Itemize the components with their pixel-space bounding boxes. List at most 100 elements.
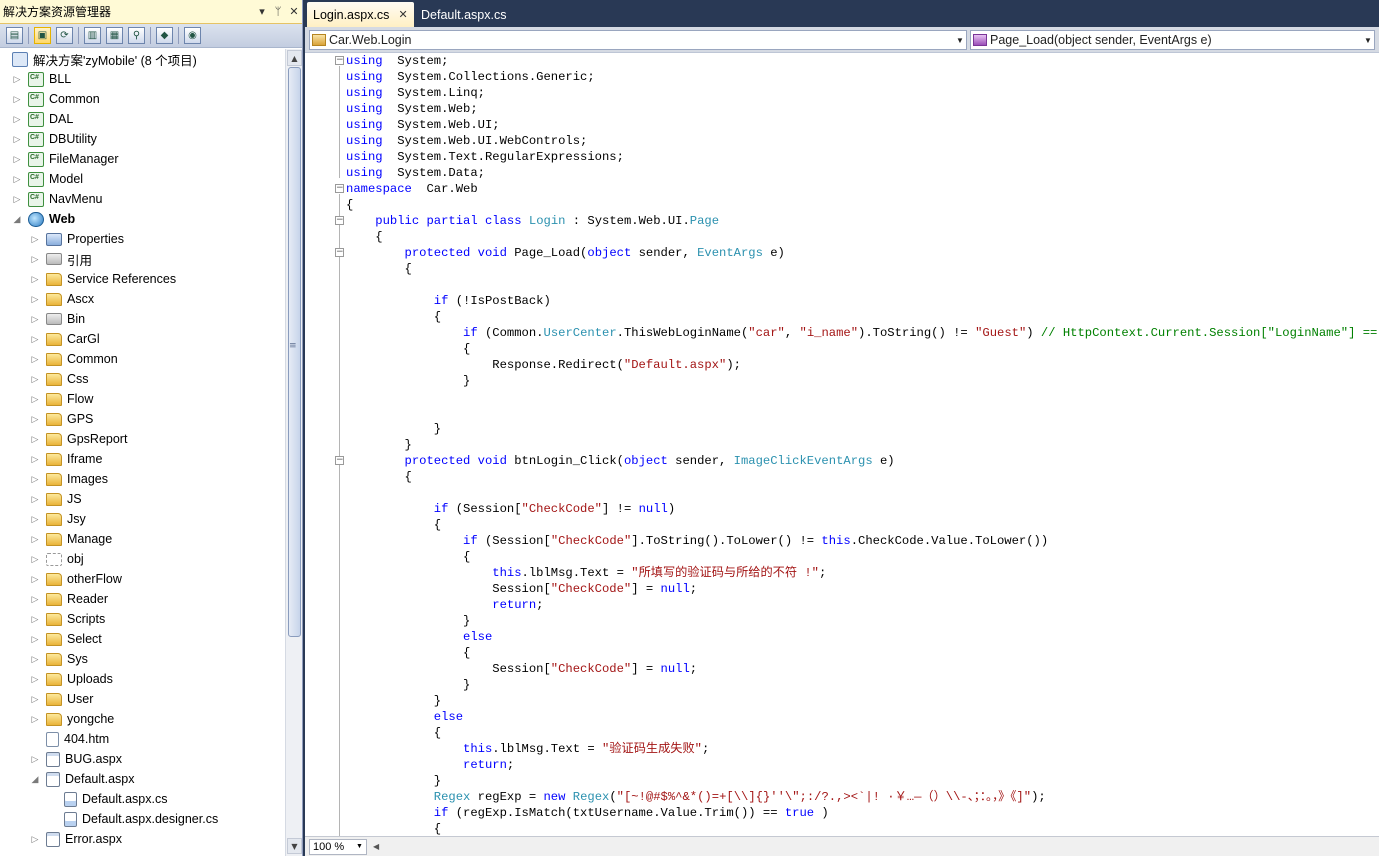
collapse-arrow-icon[interactable]: ◢ — [30, 774, 40, 785]
tree-item[interactable]: ▷ DAL — [12, 109, 73, 129]
collapse-region-icon[interactable]: − — [335, 56, 344, 65]
code-line[interactable]: { — [346, 341, 470, 357]
expand-arrow-icon[interactable]: ▷ — [12, 174, 22, 185]
tree-item[interactable]: ▷ Ascx — [30, 289, 95, 309]
tree-item[interactable]: ▷ Model — [12, 169, 83, 189]
tree-item[interactable]: ▷ Manage — [30, 529, 113, 549]
expand-arrow-icon[interactable]: ▷ — [30, 514, 40, 525]
expand-arrow-icon[interactable]: ▷ — [30, 554, 40, 565]
view-class-diagram-icon[interactable]: ⚲ — [128, 27, 145, 44]
code-line[interactable]: } — [346, 693, 441, 709]
expand-arrow-icon[interactable]: ▷ — [30, 334, 40, 345]
tree-item[interactable]: ▷ Css — [30, 369, 89, 389]
code-line[interactable]: { — [346, 549, 470, 565]
tree-item[interactable]: ▷ yongche — [30, 709, 115, 729]
code-line[interactable]: using System.Linq; — [346, 85, 485, 101]
expand-arrow-icon[interactable]: ▷ — [30, 754, 40, 765]
expand-arrow-icon[interactable]: ▷ — [30, 454, 40, 465]
tree-item[interactable]: ▷ GpsReport — [30, 429, 128, 449]
code-line[interactable]: if (!IsPostBack) — [346, 293, 551, 309]
expand-arrow-icon[interactable]: ▷ — [30, 254, 40, 265]
code-line[interactable]: { — [346, 645, 470, 661]
expand-arrow-icon[interactable]: ▷ — [12, 134, 22, 145]
expand-arrow-icon[interactable]: ▷ — [30, 674, 40, 685]
code-line[interactable]: { — [346, 517, 441, 533]
code-line[interactable]: { — [346, 821, 441, 836]
tree-item[interactable]: ▷ Bin — [30, 309, 86, 329]
expand-arrow-icon[interactable]: ▷ — [30, 494, 40, 505]
tab-login-aspx-cs[interactable]: Login.aspx.cs ✕ — [307, 2, 414, 27]
tree-item[interactable]: ▷ Images — [30, 469, 108, 489]
code-line[interactable]: namespace Car.Web — [346, 181, 478, 197]
close-icon[interactable]: ✕ — [286, 5, 302, 18]
tree-item[interactable]: ▷ Flow — [30, 389, 94, 409]
tree-item[interactable]: ▷ JS — [30, 489, 82, 509]
collapse-arrow-icon[interactable]: ◢ — [12, 214, 22, 225]
tree-item[interactable]: ▷ CarGl — [30, 329, 100, 349]
tree-item[interactable]: ▷ NavMenu — [12, 189, 103, 209]
expand-arrow-icon[interactable]: ▷ — [30, 694, 40, 705]
expand-arrow-icon[interactable]: ▷ — [12, 114, 22, 125]
tree-item[interactable]: ▷ Sys — [30, 649, 88, 669]
code-line[interactable]: return; — [346, 757, 514, 773]
collapse-region-icon[interactable]: − — [335, 216, 344, 225]
expand-arrow-icon[interactable]: ▷ — [30, 374, 40, 385]
expand-arrow-icon[interactable]: ▷ — [30, 474, 40, 485]
solution-tree-scrollbar[interactable]: ▲ ≡ ▼ — [285, 49, 302, 856]
tree-item[interactable]: ▷ User — [30, 689, 94, 709]
tree-item[interactable]: ▷ FileManager — [12, 149, 118, 169]
code-line[interactable]: return; — [346, 597, 543, 613]
code-line[interactable]: using System.Web; — [346, 101, 478, 117]
code-line[interactable]: using System.Web.UI; — [346, 117, 500, 133]
tree-item[interactable]: ▷ Select — [30, 629, 102, 649]
tree-item[interactable]: ▷ Service References — [30, 269, 177, 289]
scroll-up-icon[interactable]: ▲ — [287, 50, 302, 66]
tree-item[interactable]: ▷ obj — [30, 549, 84, 569]
window-position-dropdown-icon[interactable]: ▾ — [254, 5, 270, 18]
member-dropdown[interactable]: Page_Load(object sender, EventArgs e) ▼ — [970, 30, 1375, 50]
tree-item[interactable]: ▷ Error.aspx — [30, 829, 122, 849]
tab-default-aspx-cs[interactable]: Default.aspx.cs — [415, 2, 512, 27]
expand-arrow-icon[interactable]: ▷ — [12, 154, 22, 165]
code-line[interactable]: else — [346, 629, 492, 645]
code-line[interactable]: using System.Text.RegularExpressions; — [346, 149, 624, 165]
scrollbar-thumb[interactable] — [288, 67, 301, 637]
code-line[interactable]: { — [346, 229, 382, 245]
tree-item[interactable]: ▷ BLL — [12, 69, 71, 89]
tree-item[interactable]: ▷ Reader — [30, 589, 108, 609]
code-line[interactable]: protected void btnLogin_Click(object sen… — [346, 453, 895, 469]
expand-arrow-icon[interactable]: ▷ — [30, 614, 40, 625]
view-designer-icon[interactable]: ▦ — [106, 27, 123, 44]
expand-arrow-icon[interactable]: ▷ — [30, 594, 40, 605]
code-line[interactable]: Regex regExp = new Regex("[~!@#$%^&*()=+… — [346, 789, 1046, 805]
code-lines[interactable]: using System; using System.Collections.Ge… — [346, 53, 1379, 836]
code-line[interactable]: { — [346, 261, 412, 277]
expand-arrow-icon[interactable]: ▷ — [30, 314, 40, 325]
tree-item[interactable]: ▷ otherFlow — [30, 569, 122, 589]
tree-item[interactable]: Default.aspx.designer.cs — [48, 809, 218, 829]
tree-item[interactable]: ◢ Default.aspx — [30, 769, 134, 789]
tree-item[interactable]: ▷ Common — [30, 349, 118, 369]
tree-item[interactable]: ◢ Web — [12, 209, 75, 229]
tree-item[interactable]: ▷ Jsy — [30, 509, 86, 529]
scroll-left-icon[interactable]: ◀ — [373, 842, 379, 851]
code-line[interactable]: this.lblMsg.Text = "所填写的验证码与所给的不符 !"; — [346, 565, 826, 581]
view-code-icon[interactable]: ▥ — [84, 27, 101, 44]
refresh-icon[interactable]: ⟳ — [56, 27, 73, 44]
tree-item[interactable]: ▷ Common — [12, 89, 100, 109]
show-all-files-icon[interactable]: ▣ — [34, 27, 51, 44]
tree-item[interactable]: ▷ BUG.aspx — [30, 749, 122, 769]
code-line[interactable]: using System.Data; — [346, 165, 485, 181]
scroll-down-icon[interactable]: ▼ — [287, 838, 302, 854]
code-line[interactable]: if (Session["CheckCode"] != null) — [346, 501, 675, 517]
code-line[interactable]: else — [346, 709, 463, 725]
zoom-dropdown[interactable]: 100 % ▼ — [309, 838, 367, 855]
code-line[interactable]: } — [346, 613, 470, 629]
expand-arrow-icon[interactable]: ▷ — [30, 414, 40, 425]
tree-item[interactable]: ▷ Iframe — [30, 449, 103, 469]
code-line[interactable]: } — [346, 437, 412, 453]
expand-arrow-icon[interactable]: ▷ — [12, 94, 22, 105]
expand-arrow-icon[interactable]: ▷ — [30, 294, 40, 305]
code-line[interactable]: protected void Page_Load(object sender, … — [346, 245, 785, 261]
expand-arrow-icon[interactable]: ▷ — [30, 634, 40, 645]
